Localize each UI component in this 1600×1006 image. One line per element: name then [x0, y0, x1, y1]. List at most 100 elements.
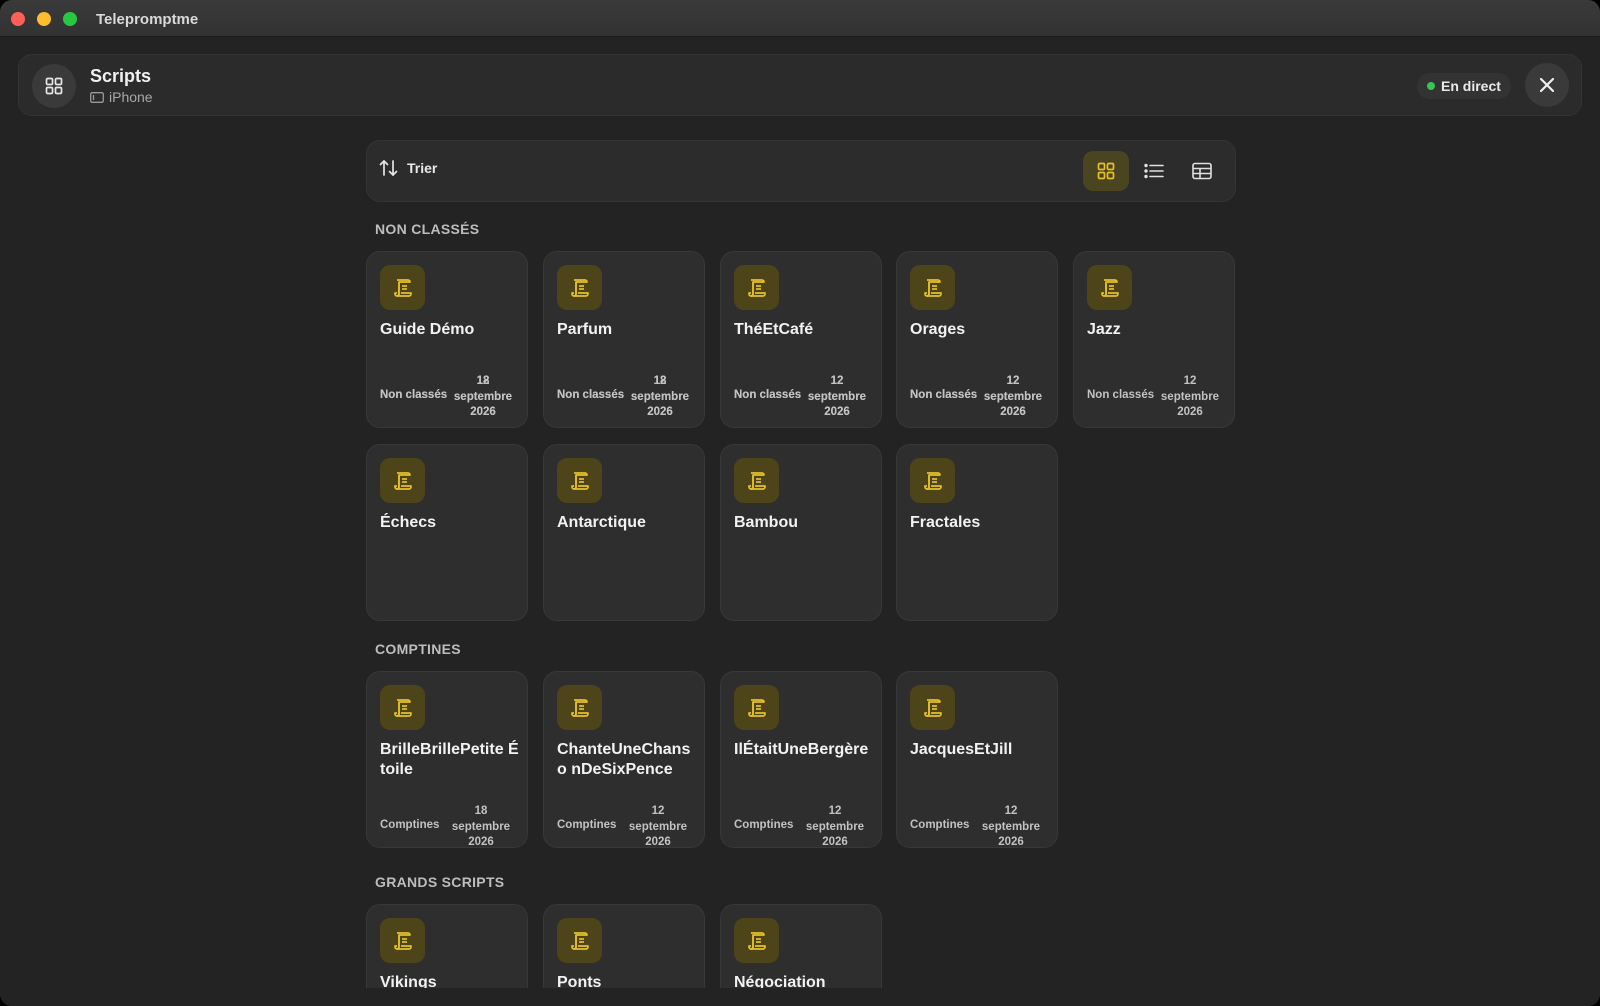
date-part: 12 — [1006, 375, 1020, 387]
scroll-icon — [393, 471, 412, 490]
date-part: 2026 — [468, 836, 494, 848]
scroll-icon — [570, 471, 589, 490]
script-date: 12 septembre 2026 — [626, 804, 690, 851]
app-title: Telepromptme — [96, 11, 199, 28]
device-label: iPhone — [90, 89, 153, 105]
scroll-icon — [393, 278, 412, 297]
script-card[interactable]: Antarctique Non classés 12 septembre 2026 — [543, 375, 705, 621]
script-icon — [380, 265, 425, 310]
script-title: Jazz — [1087, 321, 1121, 338]
app-window: Telepromptme Scripts iPhone En direct Tr… — [0, 0, 1600, 1006]
script-category: Comptines — [910, 819, 970, 831]
date-part: septembre — [983, 390, 1043, 403]
script-card[interactable]: ChanteUneChanso nDeSixPence Comptines 12 se… — [543, 671, 705, 848]
grid-view-button[interactable] — [1083, 151, 1129, 191]
date-part: 12 — [1183, 375, 1197, 387]
sort-button[interactable]: Trier — [379, 159, 437, 177]
date-part: septembre — [981, 820, 1041, 833]
scripts-grid-button[interactable] — [32, 64, 76, 108]
script-category: Non classés — [380, 389, 448, 401]
header-bar: Scripts iPhone En direct — [18, 54, 1582, 116]
script-date: 12 septembre 2026 — [628, 374, 692, 421]
script-title: Guide Démo — [380, 321, 475, 338]
date-part: 12 — [830, 375, 844, 387]
scroll-icon — [570, 931, 589, 950]
script-icon — [380, 458, 425, 503]
title-bar: Telepromptme — [0, 0, 1600, 37]
date-part: septembre — [453, 390, 513, 403]
date-part: septembre — [807, 390, 867, 403]
script-title: Fractales — [910, 514, 981, 531]
live-dot-icon — [1427, 82, 1435, 90]
script-card[interactable]: Jazz Non classés 12 septembre 2026 — [1073, 251, 1235, 428]
script-card[interactable]: Bambou Non classés 12 septembre 2026 — [720, 375, 882, 621]
date-part: septembre — [805, 820, 865, 833]
scroll-icon — [923, 278, 942, 297]
scroll-icon — [747, 931, 766, 950]
script-title: Antarctique — [557, 514, 646, 531]
date-part: 12 — [476, 375, 490, 387]
script-title: IlÉtaitUneBergère — [734, 741, 869, 758]
live-label: En direct — [1441, 78, 1501, 94]
date-part: 2026 — [824, 406, 850, 418]
script-card[interactable]: Échecs Non classés 12 septembre 2026 — [366, 375, 528, 621]
script-card[interactable]: JacquesEtJill Comptines 12 septembre 2026 — [896, 671, 1058, 848]
script-title: Échecs — [380, 514, 437, 531]
script-icon — [910, 265, 955, 310]
script-category: Comptines — [380, 819, 440, 831]
section-heading-grands-scripts: GRANDS SCRIPTS — [375, 874, 505, 890]
script-category: Comptines — [557, 819, 617, 831]
script-icon — [380, 685, 425, 730]
minimize-window-button[interactable] — [37, 12, 51, 26]
script-date: 18 septembre 2026 — [449, 804, 513, 851]
date-part: 2026 — [998, 836, 1024, 848]
date-part: septembre — [630, 390, 690, 403]
table-icon — [1192, 162, 1212, 180]
script-icon — [910, 458, 955, 503]
date-part: 18 — [474, 805, 488, 817]
scroll-icon — [570, 278, 589, 297]
script-category: Comptines — [734, 819, 794, 831]
script-category: Non classés — [557, 389, 625, 401]
script-title: JacquesEtJill — [910, 741, 1013, 758]
date-part: 2026 — [822, 836, 848, 848]
script-icon — [557, 685, 602, 730]
scroll-icon — [747, 471, 766, 490]
date-part: septembre — [628, 820, 688, 833]
script-icon — [557, 458, 602, 503]
device-name: iPhone — [109, 89, 153, 105]
grid-icon — [1097, 162, 1115, 180]
script-date: 12 septembre 2026 — [803, 804, 867, 851]
table-view-button[interactable] — [1179, 151, 1225, 191]
script-date: 12 septembre 2026 — [805, 374, 869, 421]
script-date: 12 septembre 2026 — [1158, 374, 1222, 421]
script-category: Non classés — [734, 389, 802, 401]
grid-icon — [45, 77, 63, 95]
scroll-icon — [393, 931, 412, 950]
script-card[interactable]: Fractales Non classés 12 septembre 2026 — [896, 375, 1058, 621]
script-icon — [734, 458, 779, 503]
date-part: 2026 — [1177, 406, 1203, 418]
date-part: 2026 — [647, 406, 673, 418]
date-part: 2026 — [470, 406, 496, 418]
date-part: 2026 — [645, 836, 671, 848]
close-button[interactable] — [1525, 63, 1569, 107]
script-date: 12 septembre 2026 — [451, 374, 515, 421]
script-title: Orages — [910, 321, 966, 338]
live-status-badge[interactable]: En direct — [1417, 73, 1511, 99]
section-heading-comptines: COMPTINES — [375, 641, 461, 657]
script-card[interactable]: IlÉtaitUneBergère Comptines 12 septembre 202… — [720, 671, 882, 848]
list-icon — [1144, 163, 1164, 179]
scroll-icon — [747, 278, 766, 297]
date-part: 12 — [1004, 805, 1018, 817]
zoom-window-button[interactable] — [63, 12, 77, 26]
script-category: Non classés — [1087, 389, 1155, 401]
script-card[interactable]: BrilleBrillePetite Étoile Comptines 18 sept… — [366, 671, 528, 848]
list-view-button[interactable] — [1131, 151, 1177, 191]
scroll-icon — [923, 471, 942, 490]
script-date: 12 septembre 2026 — [981, 374, 1045, 421]
scroll-icon — [747, 698, 766, 717]
scroll-icon — [923, 698, 942, 717]
sort-label: Trier — [407, 160, 438, 176]
close-window-button[interactable] — [11, 12, 25, 26]
